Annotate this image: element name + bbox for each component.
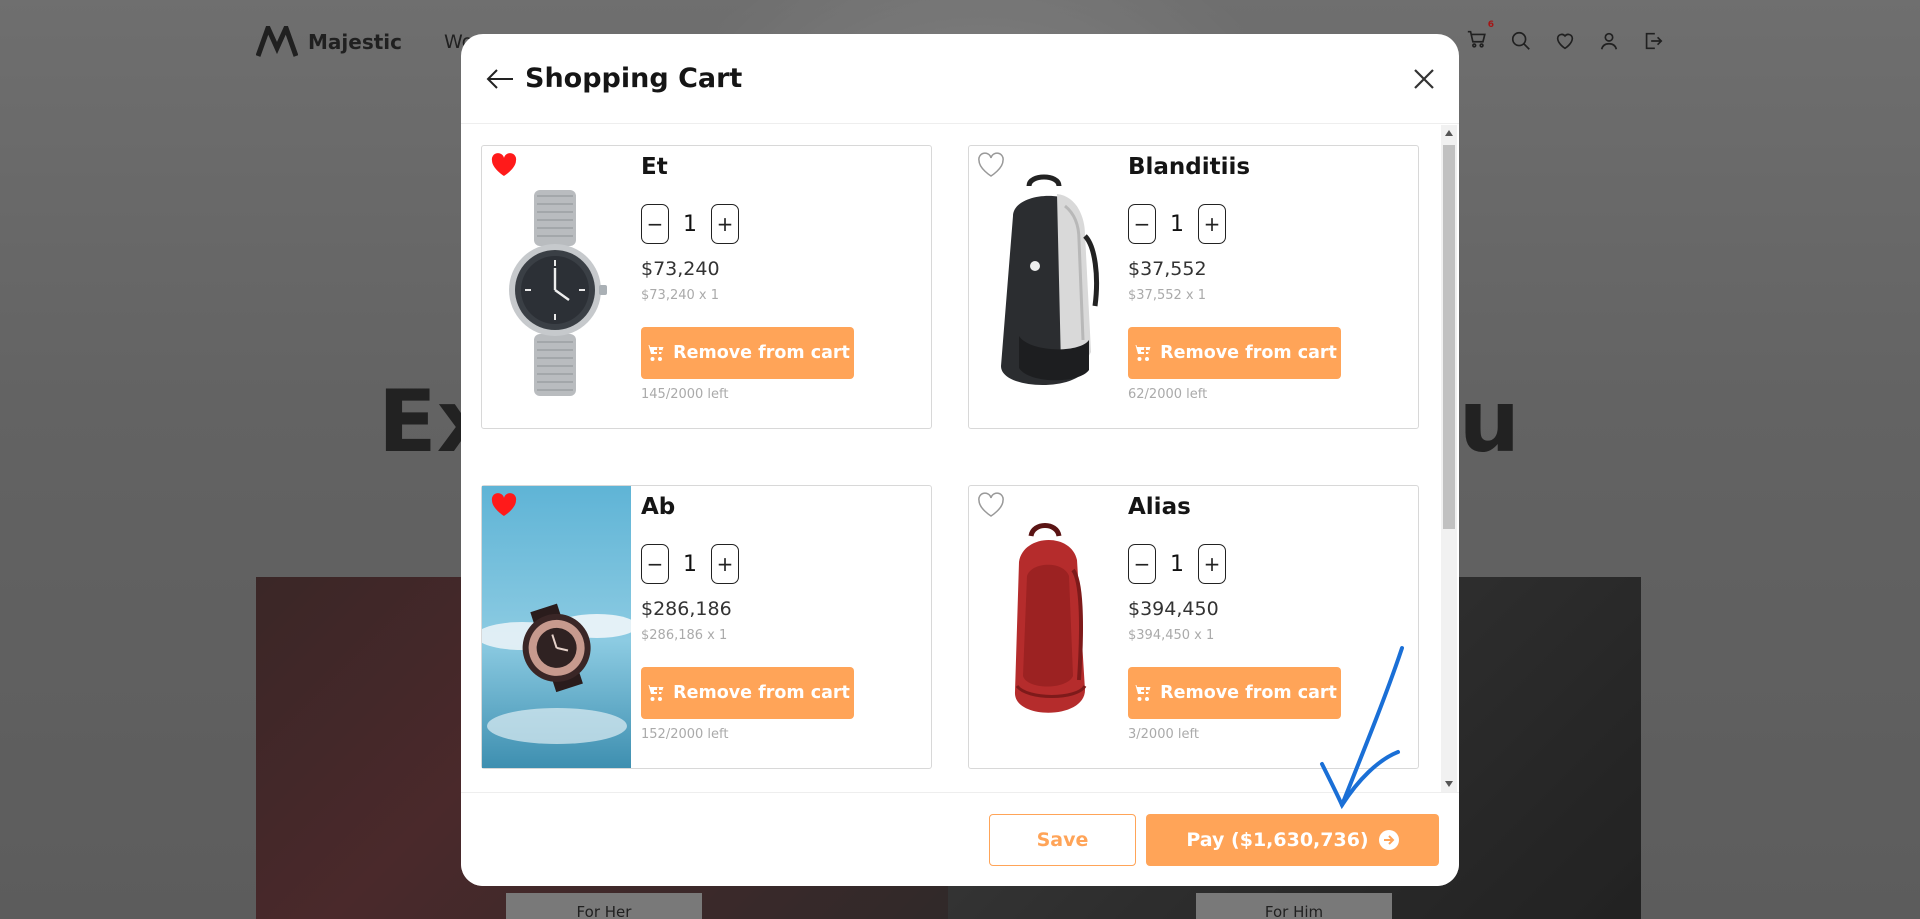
stock-remaining: 152/2000 left <box>641 727 729 742</box>
cart-item-info: Ab − 1 + $286,186 $286,186 x 1 Remove fr… <box>641 494 926 742</box>
quantity-value: 1 <box>1170 551 1184 577</box>
modal-title: Shopping Cart <box>525 63 743 94</box>
quantity-stepper: − 1 + <box>641 544 926 584</box>
cart-item: Et − 1 + $73,240 $73,240 x 1 Remove from… <box>481 145 932 429</box>
wristwatch-sky-image <box>482 486 631 768</box>
heart-filled-icon <box>491 153 517 176</box>
quantity-value: 1 <box>1170 211 1184 237</box>
product-image <box>482 486 631 768</box>
product-price: $73,240 <box>641 258 720 280</box>
favorite-button[interactable] <box>490 492 518 518</box>
remove-from-cart-button[interactable]: Remove from cart <box>1128 327 1341 379</box>
pay-button[interactable]: Pay ($1,630,736) <box>1146 814 1439 866</box>
scrollbar[interactable] <box>1441 125 1457 792</box>
quantity-stepper: − 1 + <box>1128 204 1413 244</box>
product-price: $37,552 <box>1128 258 1207 280</box>
decrease-quantity-button[interactable]: − <box>641 544 669 584</box>
heart-filled-icon <box>491 493 517 516</box>
close-button[interactable] <box>1407 62 1441 96</box>
decrease-quantity-button[interactable]: − <box>641 204 669 244</box>
quantity-value: 1 <box>683 211 697 237</box>
modal-header: Shopping Cart <box>461 34 1459 124</box>
cart-item: Ab − 1 + $286,186 $286,186 x 1 Remove fr… <box>481 485 932 769</box>
quantity-stepper: − 1 + <box>1128 544 1413 584</box>
close-icon <box>1414 69 1434 89</box>
remove-from-cart-label: Remove from cart <box>673 683 850 703</box>
product-price: $394,450 <box>1128 598 1219 620</box>
cart-icon <box>645 685 664 701</box>
product-price: $286,186 <box>641 598 732 620</box>
triangle-up-icon <box>1445 130 1453 136</box>
product-name: Alias <box>1128 494 1191 520</box>
price-breakdown: $394,450 x 1 <box>1128 628 1215 643</box>
stock-remaining: 62/2000 left <box>1128 387 1208 402</box>
cart-grid: Et − 1 + $73,240 $73,240 x 1 Remove from… <box>481 145 1431 769</box>
product-image <box>482 146 631 428</box>
heart-outline-icon <box>978 492 1004 517</box>
price-breakdown: $37,552 x 1 <box>1128 288 1206 303</box>
product-name: Ab <box>641 494 676 520</box>
increase-quantity-button[interactable]: + <box>1198 204 1226 244</box>
arrow-right-circle-icon <box>1378 830 1399 850</box>
cart-icon <box>1132 685 1151 701</box>
triangle-down-icon <box>1445 781 1453 787</box>
back-button[interactable] <box>483 62 517 96</box>
wristwatch-silver-image <box>509 190 607 396</box>
price-breakdown: $286,186 x 1 <box>641 628 728 643</box>
increase-quantity-button[interactable]: + <box>1198 544 1226 584</box>
product-name: Blanditiis <box>1128 154 1251 180</box>
stock-remaining: 3/2000 left <box>1128 727 1199 742</box>
decrease-quantity-button[interactable]: − <box>1128 544 1156 584</box>
product-name: Et <box>641 154 668 180</box>
cart-icon <box>645 345 664 361</box>
remove-from-cart-label: Remove from cart <box>673 343 850 363</box>
favorite-button[interactable] <box>490 152 518 178</box>
remove-from-cart-label: Remove from cart <box>1160 343 1337 363</box>
backpack-red-image <box>1014 523 1087 713</box>
shopping-cart-modal: Shopping Cart Et − 1 + $73,240 $73,240 x… <box>461 34 1459 886</box>
scrollbar-thumb[interactable] <box>1443 145 1455 529</box>
arrow-left-icon <box>486 68 513 89</box>
decrease-quantity-button[interactable]: − <box>1128 204 1156 244</box>
stock-remaining: 145/2000 left <box>641 387 729 402</box>
remove-from-cart-label: Remove from cart <box>1160 683 1337 703</box>
pay-button-label: Pay ($1,630,736) <box>1186 829 1369 851</box>
modal-footer: Save Pay ($1,630,736) <box>461 792 1459 886</box>
favorite-button[interactable] <box>977 492 1005 518</box>
cart-item: Alias − 1 + $394,450 $394,450 x 1 Remove… <box>968 485 1419 769</box>
favorite-button[interactable] <box>977 152 1005 178</box>
remove-from-cart-button[interactable]: Remove from cart <box>641 327 854 379</box>
price-breakdown: $73,240 x 1 <box>641 288 719 303</box>
scroll-down-button[interactable] <box>1441 776 1457 792</box>
cart-icon <box>1132 345 1151 361</box>
cart-item: Blanditiis − 1 + $37,552 $37,552 x 1 Rem… <box>968 145 1419 429</box>
save-button[interactable]: Save <box>989 814 1136 866</box>
increase-quantity-button[interactable]: + <box>711 544 739 584</box>
remove-from-cart-button[interactable]: Remove from cart <box>1128 667 1341 719</box>
increase-quantity-button[interactable]: + <box>711 204 739 244</box>
quantity-value: 1 <box>683 551 697 577</box>
product-image <box>969 486 1118 768</box>
cart-item-info: Et − 1 + $73,240 $73,240 x 1 Remove from… <box>641 154 926 402</box>
scroll-up-button[interactable] <box>1441 125 1457 141</box>
cart-item-info: Alias − 1 + $394,450 $394,450 x 1 Remove… <box>1128 494 1413 742</box>
remove-from-cart-button[interactable]: Remove from cart <box>641 667 854 719</box>
cart-item-info: Blanditiis − 1 + $37,552 $37,552 x 1 Rem… <box>1128 154 1413 402</box>
cart-items-list[interactable]: Et − 1 + $73,240 $73,240 x 1 Remove from… <box>461 125 1459 792</box>
heart-outline-icon <box>978 152 1004 177</box>
product-image <box>969 146 1118 428</box>
backpack-black-image <box>1001 174 1100 386</box>
quantity-stepper: − 1 + <box>641 204 926 244</box>
